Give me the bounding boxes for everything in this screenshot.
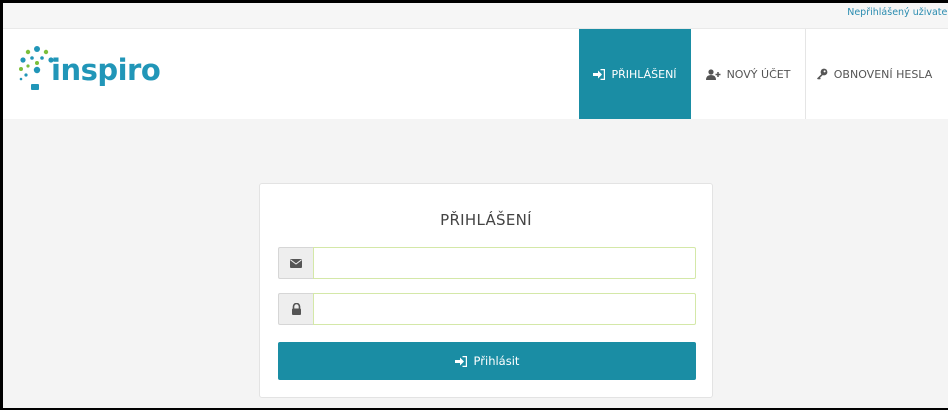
password-addon bbox=[278, 293, 313, 325]
login-submit-button[interactable]: Přihlásit bbox=[278, 342, 696, 380]
key-icon bbox=[816, 68, 828, 80]
sign-in-icon bbox=[593, 68, 606, 80]
email-addon bbox=[278, 247, 313, 279]
nav-password-reset-tab[interactable]: OBNOVENÍ HESLA bbox=[806, 29, 942, 119]
nav-login-label: PŘIHLÁŠENÍ bbox=[611, 67, 677, 81]
password-input-group bbox=[278, 293, 696, 325]
login-card-title: PŘIHLÁŠENÍ bbox=[440, 211, 532, 229]
nav-password-reset-label: OBNOVENÍ HESLA bbox=[833, 67, 933, 81]
inspiro-logo[interactable]: inspiro bbox=[17, 41, 161, 101]
user-status-link[interactable]: Nepřihlášený uživatel bbox=[847, 7, 948, 18]
add-user-icon bbox=[705, 68, 721, 80]
nav-login-tab[interactable]: PŘIHLÁŠENÍ bbox=[579, 29, 691, 119]
password-field[interactable] bbox=[313, 293, 696, 325]
envelope-icon bbox=[290, 258, 302, 268]
main-navbar: inspiro PŘIHLÁŠENÍ NOVÝ ÚČET OBNOVENÍ HE… bbox=[3, 28, 948, 120]
top-status-bar: Nepřihlášený uživatel bbox=[3, 3, 948, 28]
nav-new-account-tab[interactable]: NOVÝ ÚČET bbox=[691, 29, 805, 119]
app-frame: Nepřihlášený uživatel inspiro PŘIHLÁŠENÍ… bbox=[0, 0, 948, 410]
page-content: PŘIHLÁŠENÍ Přihlásit bbox=[3, 119, 948, 408]
logo-text: inspiro bbox=[51, 53, 161, 87]
nav-new-account-label: NOVÝ ÚČET bbox=[726, 67, 791, 81]
email-input-group bbox=[278, 247, 696, 279]
email-field[interactable] bbox=[313, 247, 696, 279]
sign-in-icon bbox=[454, 355, 467, 367]
login-submit-label: Přihlásit bbox=[473, 354, 520, 368]
lock-icon bbox=[291, 303, 301, 315]
login-card: PŘIHLÁŠENÍ Přihlásit bbox=[259, 183, 713, 398]
